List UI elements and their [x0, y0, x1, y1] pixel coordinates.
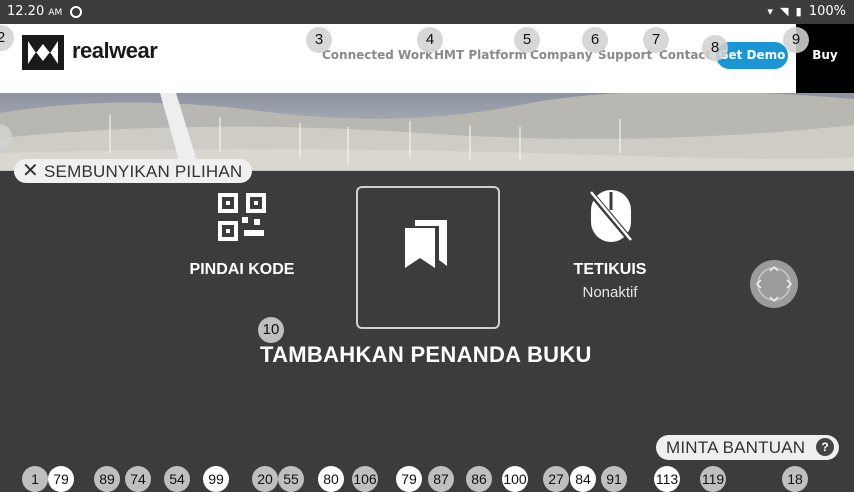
number-badge[interactable]: 80	[318, 466, 344, 492]
brand-name[interactable]: realwear	[72, 38, 158, 64]
clock-ampm: AM	[48, 8, 63, 18]
realwear-logo-icon[interactable]	[22, 35, 64, 70]
pan-control[interactable]	[750, 260, 798, 308]
clock-time: 12.20	[7, 4, 45, 19]
mouse-status: Nonaktif	[582, 284, 638, 301]
number-badge[interactable]: 119	[700, 466, 726, 492]
number-badge[interactable]: 74	[125, 466, 151, 492]
number-badge[interactable]: 1	[22, 466, 48, 492]
number-badge[interactable]: 10	[258, 317, 284, 343]
number-badge[interactable]: 3	[306, 27, 332, 53]
number-badge[interactable]: 9	[783, 27, 809, 53]
nav-connected-work[interactable]: Connected Work	[322, 48, 433, 62]
number-badge[interactable]: 55	[278, 466, 304, 492]
number-badge[interactable]: 27	[543, 466, 569, 492]
signal-icon: ▾	[767, 5, 773, 18]
mouse-disabled-icon	[588, 190, 634, 244]
number-badge[interactable]: 106	[352, 466, 378, 492]
number-badge[interactable]: 91	[601, 466, 627, 492]
number-badge[interactable]: 79	[396, 466, 422, 492]
mouse-label: TETIKUIS	[573, 261, 647, 278]
bookmark-icon	[405, 220, 447, 268]
battery-icon: ▮	[795, 5, 802, 18]
add-bookmark-label: TAMBAHKAN PENANDA BUKU	[260, 342, 592, 367]
nav-hmt-platform[interactable]: HMT Platform	[434, 48, 527, 62]
wifi-icon: ◥	[780, 5, 789, 18]
number-badge[interactable]: 89	[94, 466, 120, 492]
battery-level: 100%	[808, 4, 846, 19]
number-badge[interactable]: 8	[702, 35, 728, 61]
status-bar: 12.20 AM ▾ ◥ ▮ 100%	[0, 0, 854, 24]
pan-arrows-icon	[755, 265, 793, 303]
help-button[interactable]: MINTA BANTUAN ?	[656, 435, 839, 460]
number-badge[interactable]: 86	[466, 466, 492, 492]
qr-code-icon	[218, 193, 266, 241]
nav-support[interactable]: Support	[598, 48, 652, 62]
number-badge[interactable]: 99	[203, 466, 229, 492]
number-badge[interactable]: 87	[428, 466, 454, 492]
close-icon: ✕	[22, 160, 39, 182]
number-badge[interactable]: 84	[570, 466, 596, 492]
number-badge[interactable]: 7	[643, 27, 669, 53]
nav-company[interactable]: Company	[530, 48, 593, 62]
number-badge[interactable]: 54	[164, 466, 190, 492]
scan-code-label: PINDAI KODE	[189, 261, 295, 278]
help-label: MINTA BANTUAN	[666, 438, 806, 457]
bookmark-option[interactable]	[356, 186, 500, 329]
hide-options-label: SEMBUNYIKAN PILIHAN	[44, 162, 243, 181]
number-badge[interactable]: 79	[48, 466, 74, 492]
number-badge[interactable]: 5	[514, 27, 540, 53]
number-badge[interactable]: 4	[417, 27, 443, 53]
sync-icon	[70, 6, 82, 18]
hide-options-button[interactable]: ✕ SEMBUNYIKAN PILIHAN	[14, 159, 252, 183]
number-badge[interactable]: 6	[582, 27, 608, 53]
status-right: ▾ ◥ ▮ 100%	[767, 4, 846, 19]
question-icon: ?	[816, 438, 834, 456]
clock: 12.20 AM	[7, 4, 62, 19]
number-badge[interactable]: 20	[252, 466, 278, 492]
number-badge[interactable]: 100	[502, 466, 528, 492]
number-badge[interactable]: 18	[782, 466, 808, 492]
number-badge[interactable]: 113	[654, 466, 680, 492]
